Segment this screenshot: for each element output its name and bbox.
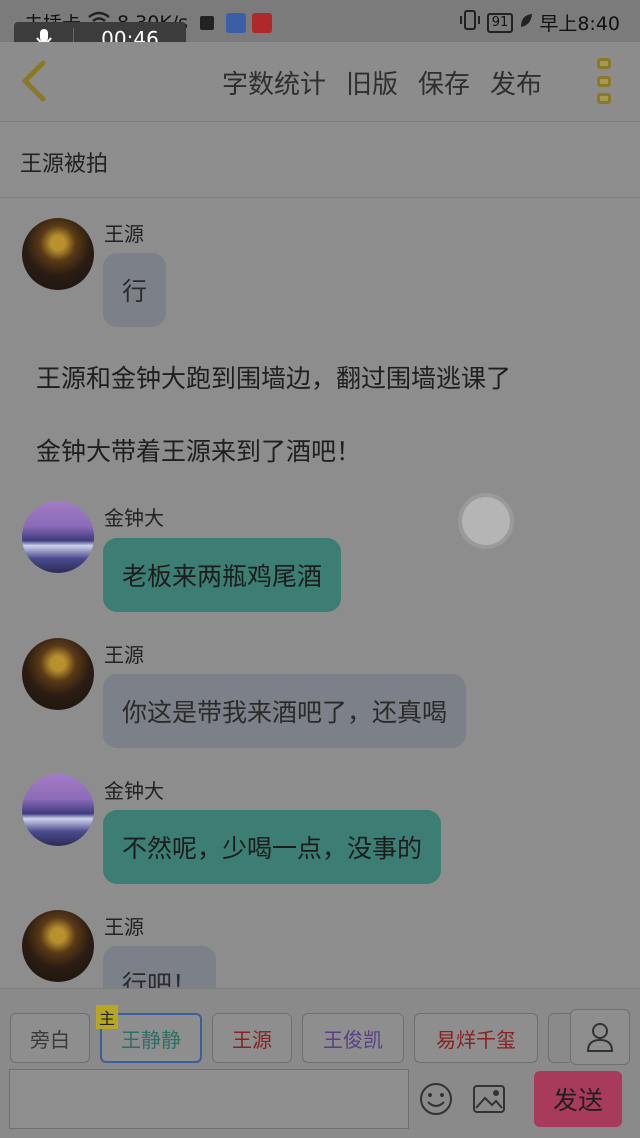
chevron-left-icon bbox=[22, 60, 46, 102]
image-icon bbox=[473, 1085, 505, 1113]
role-narrator[interactable]: 旁白 bbox=[10, 1013, 90, 1063]
avatar-wangyuan[interactable] bbox=[22, 910, 94, 982]
role-yiyangqianxi[interactable]: 易烊千玺 bbox=[414, 1013, 538, 1063]
video-app-icon bbox=[252, 12, 273, 33]
sender-name: 金钟大 bbox=[104, 506, 164, 530]
back-button[interactable] bbox=[14, 56, 54, 106]
role-wangjunkai[interactable]: 王俊凯 bbox=[302, 1013, 404, 1063]
more-dot-icon bbox=[597, 58, 611, 69]
more-dot-icon bbox=[597, 93, 611, 104]
leaf-icon bbox=[519, 12, 533, 34]
main-role-badge: 主 bbox=[96, 1005, 118, 1029]
add-role-button[interactable] bbox=[570, 1009, 630, 1065]
narration-text[interactable]: 王源和金钟大跑到围墙边，翻过围墙逃课了 bbox=[36, 359, 511, 395]
word-count-button[interactable]: 字数统计 bbox=[222, 64, 326, 101]
role-selector: 旁白 主 王静静 王源 王俊凯 易烊千玺 bbox=[10, 1005, 538, 1063]
baidu-app-icon bbox=[226, 12, 247, 33]
bottom-bar: 旁白 主 王静静 王源 王俊凯 易烊千玺 发送 bbox=[0, 988, 640, 1138]
message-bubble[interactable]: 你这是带我来酒吧了，还真喝 bbox=[103, 674, 467, 748]
old-version-button[interactable]: 旧版 bbox=[346, 64, 398, 101]
avatar-wangyuan[interactable] bbox=[22, 218, 94, 290]
chat-area[interactable]: 王源 行 王源和金钟大跑到围墙边，翻过围墙逃课了 金钟大带着王源来到了酒吧！ 金… bbox=[0, 198, 640, 988]
avatar-jinzhongda[interactable] bbox=[22, 501, 94, 573]
narration-text[interactable]: 金钟大带着王源来到了酒吧！ bbox=[36, 432, 361, 468]
top-toolbar: 字数统计 旧版 保存 发布 bbox=[0, 42, 640, 122]
message-input[interactable] bbox=[9, 1069, 409, 1129]
more-dot-icon bbox=[597, 75, 611, 87]
role-wangyuan[interactable]: 王源 bbox=[212, 1013, 292, 1063]
user-icon bbox=[586, 1023, 614, 1052]
message-bubble[interactable]: 不然呢，少喝一点，没事的 bbox=[103, 810, 442, 884]
more-menu-button[interactable] bbox=[590, 56, 618, 106]
sender-name: 金钟大 bbox=[104, 779, 164, 803]
clock: 早上8:40 bbox=[539, 13, 620, 35]
publish-button[interactable]: 发布 bbox=[490, 64, 542, 101]
sender-name: 王源 bbox=[104, 915, 144, 939]
role-wangjingjing[interactable]: 主 王静静 bbox=[96, 1005, 202, 1063]
story-title-row[interactable]: 王源被拍 bbox=[0, 122, 640, 198]
sender-name: 王源 bbox=[104, 643, 144, 667]
emoji-button[interactable] bbox=[418, 1081, 454, 1117]
battery-indicator: 91 bbox=[486, 12, 514, 33]
message-bubble[interactable]: 老板来两瓶鸡尾酒 bbox=[103, 538, 342, 612]
story-title: 王源被拍 bbox=[20, 152, 109, 177]
image-button[interactable] bbox=[471, 1081, 507, 1117]
sender-name: 王源 bbox=[104, 222, 144, 246]
avatar-jinzhongda[interactable] bbox=[22, 774, 94, 846]
send-button[interactable]: 发送 bbox=[534, 1071, 622, 1127]
save-button[interactable]: 保存 bbox=[418, 64, 470, 101]
avatar-wangyuan[interactable] bbox=[22, 638, 94, 710]
vibrate-icon bbox=[459, 10, 481, 35]
smiley-icon bbox=[420, 1083, 452, 1115]
touch-indicator bbox=[462, 497, 510, 545]
role-more[interactable] bbox=[548, 1013, 570, 1063]
message-bubble[interactable]: 行 bbox=[103, 253, 167, 327]
message-bubble[interactable]: 行吧！ bbox=[103, 946, 217, 988]
notification-icon bbox=[200, 15, 215, 30]
